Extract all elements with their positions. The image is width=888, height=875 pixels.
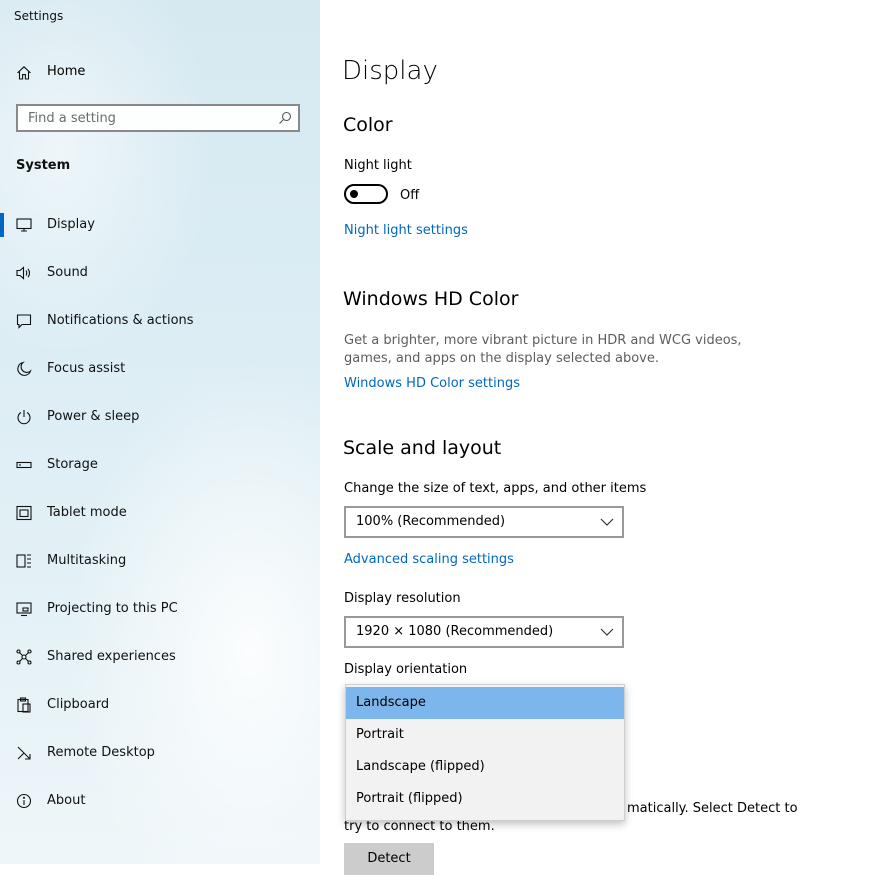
- sidebar-nav: Display Sound Notifications & actions Fo…: [0, 205, 320, 829]
- scale-layout-heading: Scale and layout: [343, 437, 502, 459]
- orientation-dropdown[interactable]: Landscape Portrait Landscape (flipped) P…: [345, 684, 625, 821]
- sidebar-item-label: Projecting to this PC: [47, 601, 178, 616]
- sidebar-item-label: Clipboard: [47, 697, 110, 712]
- sidebar-item-shared-experiences[interactable]: Shared experiences: [0, 637, 320, 685]
- speaker-icon: [16, 265, 32, 281]
- sidebar-home[interactable]: Home: [0, 58, 320, 88]
- tablet-icon: [16, 505, 32, 521]
- main-content: Display Color Night light Off Night ligh…: [320, 0, 888, 875]
- night-light-state: Off: [400, 188, 420, 203]
- orientation-option-portrait[interactable]: Portrait: [346, 719, 624, 751]
- moon-icon: [16, 361, 32, 377]
- sidebar-home-label: Home: [47, 64, 86, 79]
- resolution-label: Display resolution: [344, 591, 461, 606]
- hd-color-heading: Windows HD Color: [343, 288, 519, 310]
- night-light-label: Night light: [344, 158, 412, 173]
- sidebar-item-power-sleep[interactable]: Power & sleep: [0, 397, 320, 445]
- chevron-down-icon: [600, 516, 614, 528]
- sidebar-item-label: Tablet mode: [47, 505, 127, 520]
- clipboard-icon: [16, 697, 32, 713]
- sidebar-item-clipboard[interactable]: Clipboard: [0, 685, 320, 733]
- sidebar: Settings Home System Display: [0, 0, 320, 864]
- storage-icon: [16, 457, 32, 473]
- scale-label: Change the size of text, apps, and other…: [344, 481, 647, 496]
- sidebar-item-label: Display: [47, 217, 95, 232]
- hd-color-description: Get a brighter, more vibrant picture in …: [344, 333, 742, 366]
- sidebar-item-label: Sound: [47, 265, 88, 280]
- orientation-option-portrait-flipped[interactable]: Portrait (flipped): [346, 783, 624, 815]
- search-input[interactable]: [18, 109, 270, 127]
- sidebar-item-label: Focus assist: [47, 361, 126, 376]
- chevron-down-icon: [600, 626, 614, 638]
- sidebar-item-tablet-mode[interactable]: Tablet mode: [0, 493, 320, 541]
- remote-desktop-icon: [16, 745, 32, 761]
- option-label: Landscape: [356, 695, 426, 710]
- detect-button[interactable]: Detect: [344, 843, 434, 875]
- night-light-toggle[interactable]: [344, 184, 388, 204]
- sidebar-item-label: Notifications & actions: [47, 313, 194, 328]
- sidebar-item-focus-assist[interactable]: Focus assist: [0, 349, 320, 397]
- scale-value: 100% (Recommended): [356, 514, 506, 529]
- sidebar-section-system: System: [16, 158, 71, 173]
- search-box[interactable]: [16, 104, 300, 132]
- orientation-option-landscape[interactable]: Landscape: [346, 687, 624, 719]
- sidebar-item-display[interactable]: Display: [0, 205, 320, 253]
- advanced-scaling-link[interactable]: Advanced scaling settings: [344, 552, 514, 567]
- sidebar-item-label: Remote Desktop: [47, 745, 155, 760]
- page-title: Display: [342, 56, 438, 86]
- scale-select[interactable]: 100% (Recommended): [344, 506, 624, 538]
- shared-icon: [16, 649, 32, 665]
- sidebar-item-label: Multitasking: [47, 553, 127, 568]
- sidebar-item-about[interactable]: About: [0, 781, 320, 829]
- hd-color-settings-link[interactable]: Windows HD Color settings: [344, 376, 520, 391]
- option-label: Landscape (flipped): [356, 759, 485, 774]
- monitor-icon: [16, 217, 32, 233]
- option-label: Portrait: [356, 727, 404, 742]
- search-icon[interactable]: [278, 111, 292, 125]
- power-icon: [16, 409, 32, 425]
- toggle-knob: [350, 190, 358, 198]
- sidebar-item-multitasking[interactable]: Multitasking: [0, 541, 320, 589]
- orientation-option-landscape-flipped[interactable]: Landscape (flipped): [346, 751, 624, 783]
- sidebar-item-sound[interactable]: Sound: [0, 253, 320, 301]
- orientation-label: Display orientation: [344, 662, 468, 677]
- projecting-icon: [16, 601, 32, 617]
- sidebar-item-label: Shared experiences: [47, 649, 176, 664]
- home-icon: [16, 65, 32, 81]
- sidebar-item-remote-desktop[interactable]: Remote Desktop: [0, 733, 320, 781]
- sidebar-item-label: Power & sleep: [47, 409, 140, 424]
- sidebar-item-storage[interactable]: Storage: [0, 445, 320, 493]
- sidebar-item-projecting[interactable]: Projecting to this PC: [0, 589, 320, 637]
- night-light-settings-link[interactable]: Night light settings: [344, 223, 468, 238]
- resolution-select[interactable]: 1920 × 1080 (Recommended): [344, 616, 624, 648]
- sidebar-item-label: About: [47, 793, 86, 808]
- color-heading: Color: [343, 114, 393, 136]
- multitasking-icon: [16, 553, 32, 569]
- window-title: Settings: [14, 9, 64, 23]
- info-icon: [16, 793, 32, 809]
- sidebar-item-label: Storage: [47, 457, 98, 472]
- resolution-value: 1920 × 1080 (Recommended): [356, 624, 554, 639]
- option-label: Portrait (flipped): [356, 791, 463, 806]
- sidebar-item-notifications[interactable]: Notifications & actions: [0, 301, 320, 349]
- notification-icon: [16, 313, 32, 329]
